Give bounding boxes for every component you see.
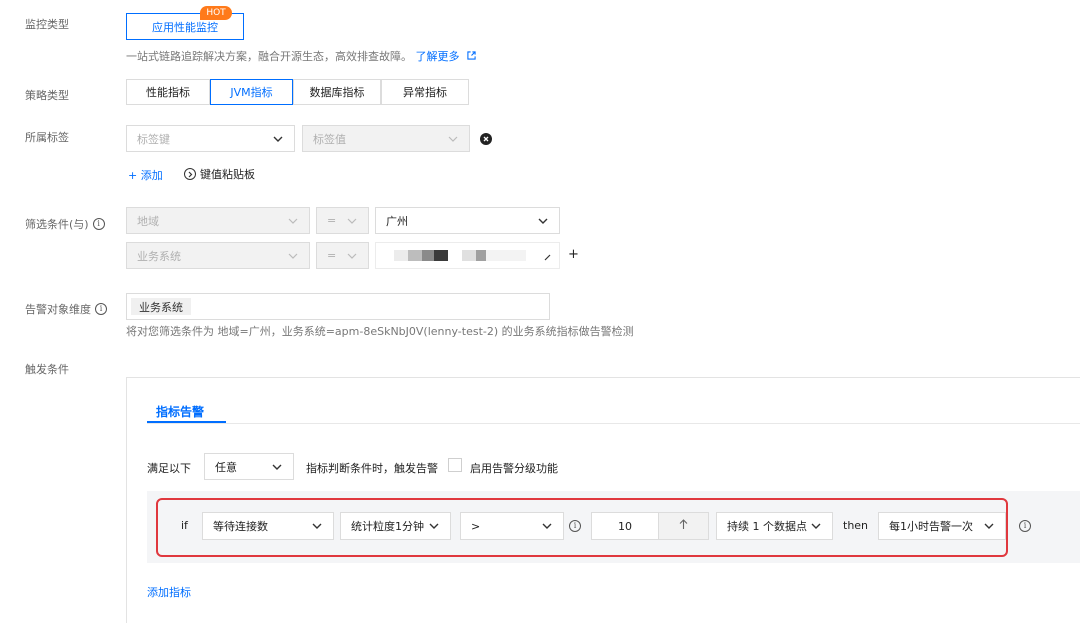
filter-operator-value: = [327,214,337,227]
chevron-down-icon [346,250,358,262]
chevron-circle-right-icon [184,168,196,180]
tag-key-select[interactable]: 标签键 [126,125,295,152]
chevron-down-icon [537,215,549,227]
satisfy-value: 任意 [215,460,237,474]
threshold-value: 10 [618,519,632,533]
chevron-down-icon [541,520,553,532]
chevron-down-icon [346,215,358,227]
chevron-down-icon [287,250,299,262]
filter-label: 筛选条件(与) [25,218,89,231]
monitor-type-option-label: 应用性能监控 [152,20,218,34]
tag-value-placeholder: 标签值 [313,132,346,146]
tab-active-indicator [147,421,226,423]
monitor-type-description: 一站式链路追踪解决方案，融合开源生态，高效排查故障。 了解更多 [126,48,476,64]
trigger-panel: 指标告警 满足以下 任意 指标判断条件时，触发告警 启用告警分级功能 if 等待… [126,377,1080,623]
chevron-down-icon [983,520,995,532]
info-icon[interactable]: i [1019,520,1031,532]
alarm-dim-label-wrap: 告警对象维度 i [25,301,107,317]
alarm-dim-label: 告警对象维度 [25,303,91,316]
redacted-block [476,250,486,261]
filter-value-text: 广州 [386,214,408,228]
learn-more-link[interactable]: 了解更多 [416,50,460,63]
redacted-block [486,250,526,261]
monitor-type-label: 监控类型 [25,18,69,31]
info-icon[interactable]: i [92,218,105,230]
threshold-input[interactable]: 10 [591,512,659,540]
hot-badge: HOT [200,6,232,20]
chevron-down-icon [272,133,284,145]
tab-performance-metrics[interactable]: 性能指标 [126,79,210,105]
chevron-down-icon [428,520,440,532]
filter-value-select-1[interactable]: 广州 [375,207,560,234]
tags-label: 所属标签 [25,131,69,144]
alarm-dim-chip: 业务系统 [131,298,191,315]
operator-select[interactable]: > [460,512,564,540]
satisfy-select[interactable]: 任意 [204,453,294,480]
add-filter-button[interactable]: + [568,247,579,262]
grade-label: 启用告警分级功能 [470,462,558,475]
chevron-down-icon [287,215,299,227]
redacted-block [462,250,476,261]
filter-operator-value: = [327,249,337,262]
tab-metric-alarm[interactable]: 指标告警 [156,403,204,420]
policy-type-label: 策略类型 [25,89,69,102]
alarm-dim-description: 将对您筛选条件为 地域=广州，业务系统=apm-8eSkNbJ0V(lenny-… [126,325,634,338]
chevron-down-icon [810,520,822,532]
metric-select[interactable]: 等待连接数 [202,512,334,540]
if-label: if [181,519,188,532]
arrow-up-icon [679,519,688,533]
chevron-down-icon [447,133,459,145]
pencil-icon [544,251,552,264]
tag-key-placeholder: 标签键 [137,132,170,146]
alarm-dim-select[interactable]: 业务系统 [126,293,550,320]
frequency-select[interactable]: 每1小时告警一次 [878,512,1006,540]
clipboard-button[interactable]: 键值粘贴板 [184,166,255,182]
filter-field-value: 业务系统 [137,249,181,263]
filter-field-value: 地域 [137,214,159,228]
duration-value: 持续 1 个数据点 [727,520,807,533]
chevron-down-icon [311,520,323,532]
satisfy-suffix: 指标判断条件时，触发告警 [306,462,438,475]
external-link-icon[interactable] [467,50,476,63]
satisfy-prefix: 满足以下 [147,462,191,475]
tab-exception-metrics[interactable]: 异常指标 [381,79,469,105]
operator-value: > [471,519,481,533]
info-icon[interactable]: i [569,520,581,532]
tag-value-select[interactable]: 标签值 [302,125,470,152]
redacted-block [422,250,434,261]
tab-divider [147,423,1080,424]
metric-value: 等待连接数 [213,520,268,533]
granularity-select[interactable]: 统计粒度1分钟 [340,512,451,540]
tab-database-metrics[interactable]: 数据库指标 [293,79,381,105]
granularity-value: 统计粒度1分钟 [351,520,424,533]
trigger-label: 触发条件 [25,363,69,376]
grade-checkbox[interactable] [448,458,462,472]
filter-field-select-2[interactable]: 业务系统 [126,242,310,269]
then-label: then [843,519,869,532]
filter-field-select-1[interactable]: 地域 [126,207,310,234]
redacted-block [434,250,448,261]
tab-jvm-metrics[interactable]: JVM指标 [210,79,293,105]
filter-value-select-2[interactable] [375,242,560,269]
threshold-stepper[interactable] [659,512,709,540]
filter-label-wrap: 筛选条件(与) i [25,216,105,232]
add-tag-button[interactable]: + 添加 [128,167,163,183]
chevron-down-icon [271,461,283,473]
frequency-value: 每1小时告警一次 [889,520,973,533]
info-icon[interactable]: i [95,303,107,315]
clear-tag-icon[interactable] [480,133,492,145]
filter-operator-select-1[interactable]: = [316,207,369,234]
add-metric-link[interactable]: 添加指标 [147,584,191,600]
filter-operator-select-2[interactable]: = [316,242,369,269]
clipboard-label: 键值粘贴板 [200,168,255,181]
duration-select[interactable]: 持续 1 个数据点 [716,512,833,540]
redacted-block [408,250,422,261]
monitor-type-desc-text: 一站式链路追踪解决方案，融合开源生态，高效排查故障。 [126,50,412,63]
